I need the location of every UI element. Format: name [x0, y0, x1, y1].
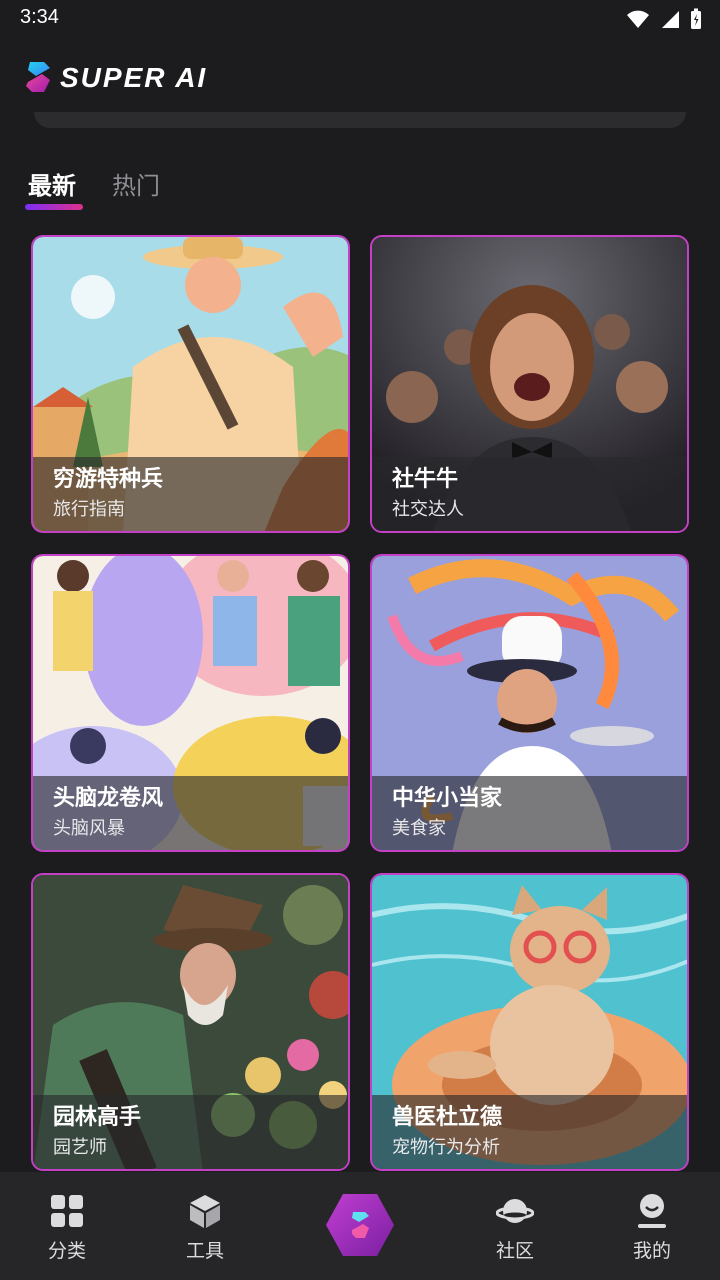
nav-center-ai-button[interactable] [323, 1188, 397, 1262]
nav-label: 工具 [185, 1240, 224, 1262]
status-bar: 3:34 [0, 0, 720, 40]
nav-category[interactable]: 分类 [27, 1192, 107, 1263]
tab-latest[interactable]: 最新 [28, 166, 76, 201]
tab-hot[interactable]: 热门 [112, 166, 160, 201]
nav-mine[interactable]: 我的 [612, 1192, 692, 1263]
card-subtitle: 头脑风暴 [53, 818, 125, 839]
card-title: 兽医杜立德 [392, 1105, 503, 1130]
app-header: SUPER AI [0, 50, 720, 110]
card-title: 中华小当家 [392, 786, 503, 811]
planet-icon [496, 1199, 534, 1223]
card-subtitle: 社交达人 [392, 499, 464, 520]
nav-label: 社区 [495, 1240, 534, 1262]
status-time: 3:34 [20, 6, 59, 28]
cube-icon [190, 1195, 220, 1228]
card-subtitle: 旅行指南 [53, 499, 125, 520]
logo-icon [26, 62, 50, 92]
profile-icon [638, 1194, 666, 1228]
card-title: 穷游特种兵 [53, 467, 164, 492]
assistant-card-brainstorm[interactable]: 头脑龙卷风 头脑风暴 [31, 554, 350, 852]
wifi-icon [627, 10, 649, 28]
category-tabs: 最新 热门 [0, 160, 720, 216]
search-bar-edge[interactable] [34, 112, 686, 128]
assistant-card-travel[interactable]: 穷游特种兵 旅行指南 [31, 235, 350, 533]
active-tab-indicator [25, 204, 83, 210]
card-title: 园林高手 [53, 1105, 142, 1130]
assistant-card-social[interactable]: 社牛牛 社交达人 [370, 235, 689, 533]
bottom-nav: 分类 工具 社区 我的 [0, 1172, 720, 1280]
nav-tools[interactable]: 工具 [165, 1192, 245, 1263]
signal-icon [662, 11, 679, 28]
assistant-card-chef[interactable]: 中华小当家 美食家 [370, 554, 689, 852]
app-name: SUPER AI [60, 62, 208, 93]
assistant-card-garden[interactable]: 园林高手 园艺师 [31, 873, 350, 1171]
ai-logo-icon [326, 1194, 394, 1256]
category-icon [51, 1195, 83, 1227]
status-icons [626, 8, 702, 30]
card-subtitle: 宠物行为分析 [392, 1137, 500, 1158]
nav-label: 我的 [632, 1240, 671, 1262]
card-title: 头脑龙卷风 [53, 786, 164, 811]
nav-label: 分类 [47, 1240, 86, 1262]
battery-icon [691, 8, 701, 29]
card-subtitle: 美食家 [392, 818, 446, 839]
card-subtitle: 园艺师 [53, 1137, 107, 1158]
nav-community[interactable]: 社区 [475, 1192, 555, 1263]
card-title: 社牛牛 [392, 467, 459, 492]
assistant-card-vet[interactable]: 兽医杜立德 宠物行为分析 [370, 873, 689, 1171]
